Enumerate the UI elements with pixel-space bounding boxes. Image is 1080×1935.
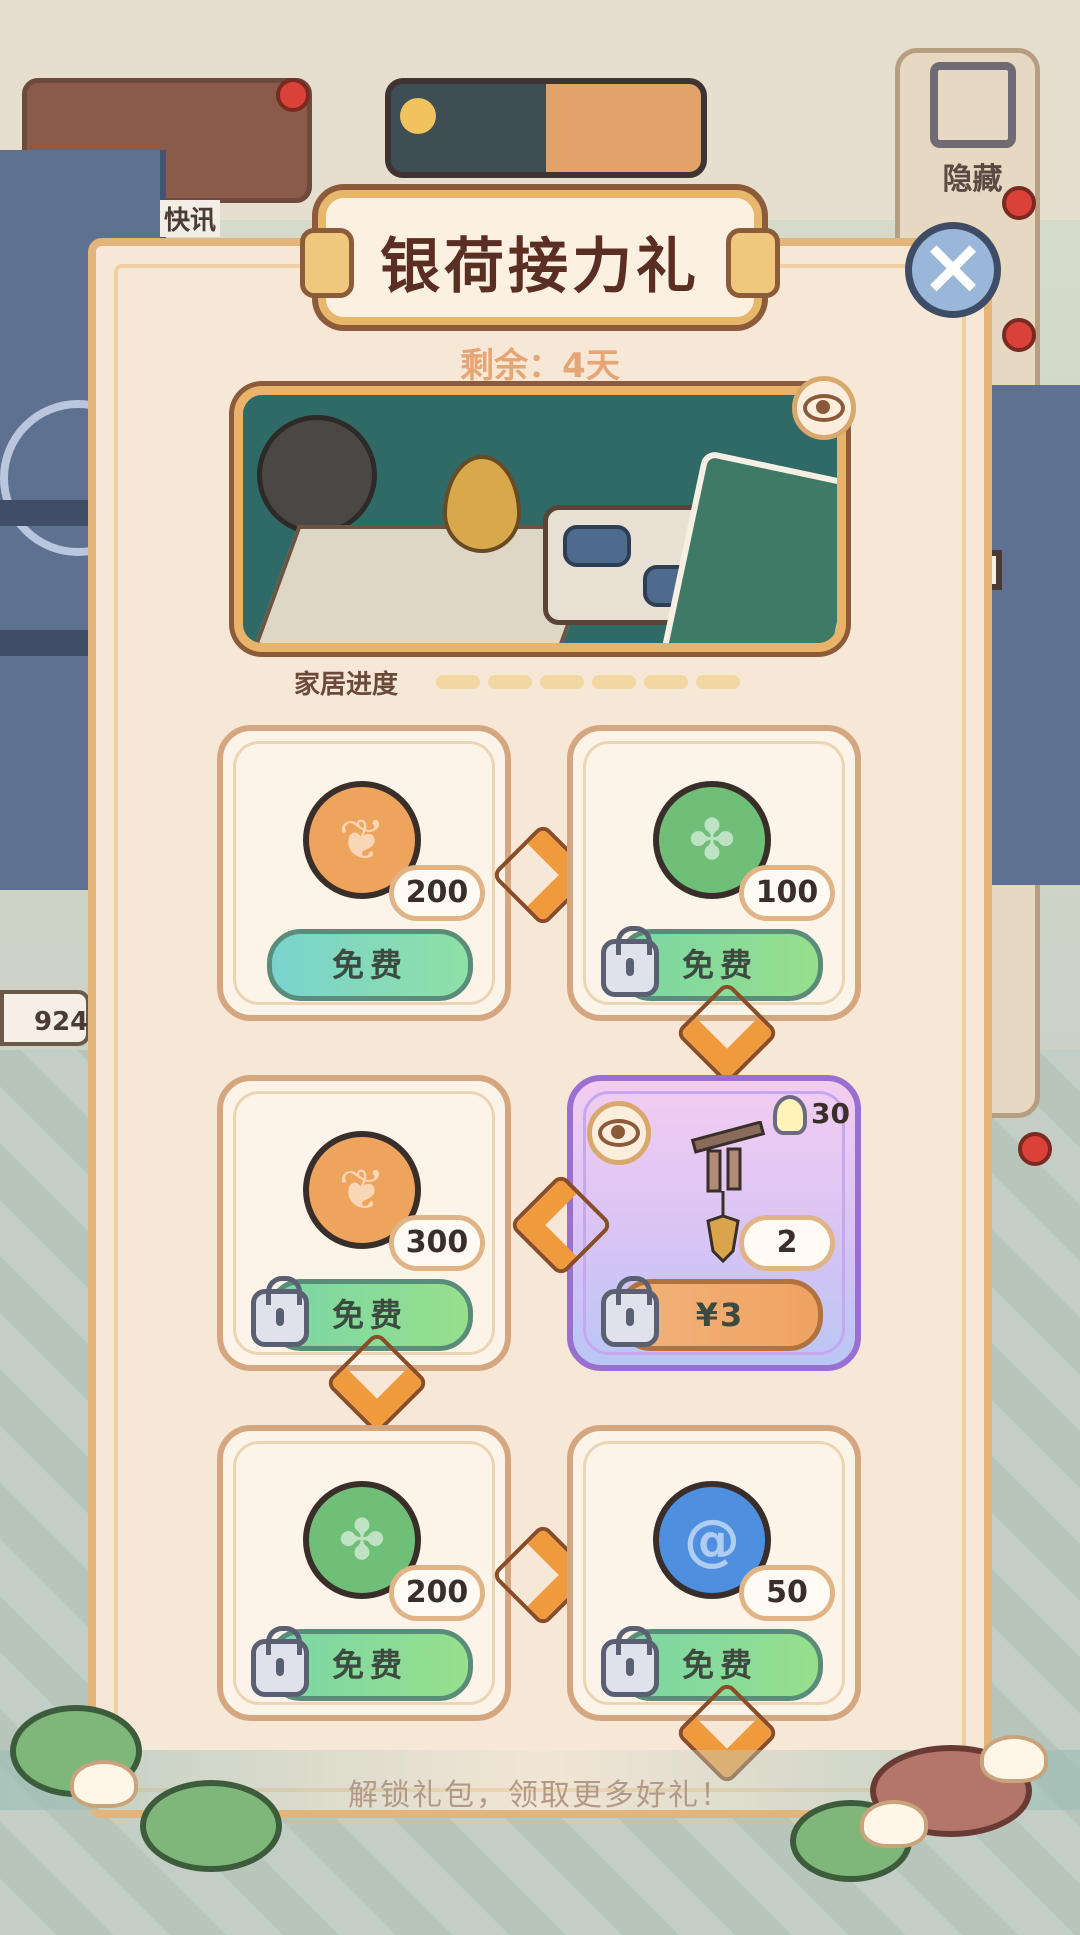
progress-segment xyxy=(696,675,740,689)
progress-label: 家居进度 xyxy=(294,670,399,700)
reward-card-2: ✤ 100 免费 xyxy=(567,725,861,1021)
ginkgo-hanging-decoration xyxy=(443,455,521,553)
lock-icon xyxy=(601,926,659,997)
bulb-icon xyxy=(773,1095,807,1135)
reward-quantity: 200 xyxy=(389,1565,485,1621)
bulb-points-value: 30 xyxy=(811,1097,850,1130)
pond-rug-decoration xyxy=(657,449,837,643)
coin-counter: 924 xyxy=(0,990,90,1046)
claim-free-button[interactable]: 免费 xyxy=(267,929,473,1001)
menu-notification-dot xyxy=(1002,186,1036,220)
lily-pad-decoration xyxy=(140,1780,282,1872)
furniture-preview xyxy=(234,386,846,652)
reward-quantity: 2 xyxy=(739,1215,835,1271)
reward-quantity: 300 xyxy=(389,1215,485,1271)
news-label[interactable]: 快讯 xyxy=(160,200,221,237)
eye-icon xyxy=(803,394,845,422)
item-eye-button[interactable] xyxy=(587,1101,651,1165)
remaining-time: 剩余：4天 xyxy=(460,346,620,386)
reward-card-5: ✤ 200 免费 xyxy=(217,1425,511,1721)
lotus-flower-decoration xyxy=(980,1735,1048,1783)
progress-segment xyxy=(488,675,532,689)
progress-segment xyxy=(592,675,636,689)
dialog-title: 银荷接力礼 xyxy=(380,232,700,302)
menu-notification-dot-3 xyxy=(1018,1132,1052,1166)
reward-card-4: ❦ 300 免费 xyxy=(217,1075,511,1371)
reward-card-1: ❦ 200 免费 xyxy=(217,725,511,1021)
hide-button[interactable]: 隐藏 xyxy=(920,62,1025,197)
close-icon: × xyxy=(920,222,986,312)
title-plate: 银荷接力礼 xyxy=(300,190,780,325)
reward-card-3-special: 30 2 ¥3 xyxy=(567,1075,861,1371)
lock-icon xyxy=(601,1626,659,1697)
bulb-points: 30 xyxy=(773,1095,853,1139)
eye-icon xyxy=(598,1119,640,1147)
cushion-decoration xyxy=(563,525,631,567)
progress-segment xyxy=(644,675,688,689)
fullscreen-icon xyxy=(929,62,1016,148)
reward-quantity: 50 xyxy=(739,1565,835,1621)
progress-segment xyxy=(540,675,584,689)
reward-card-6: @ 50 免费 xyxy=(567,1425,861,1721)
gong-decoration xyxy=(257,415,377,535)
lock-icon xyxy=(251,1626,309,1697)
lotus-flower-decoration xyxy=(70,1760,138,1808)
progress-segment xyxy=(436,675,480,689)
moon-icon xyxy=(400,98,436,134)
lotus-flower-decoration xyxy=(860,1800,928,1848)
close-button[interactable]: × xyxy=(905,222,1001,318)
day-night-toggle[interactable] xyxy=(385,78,707,178)
lock-icon xyxy=(601,1276,659,1347)
reward-quantity: 100 xyxy=(739,865,835,921)
lock-icon xyxy=(251,1276,309,1347)
reward-quantity: 200 xyxy=(389,865,485,921)
preview-eye-button[interactable] xyxy=(792,376,856,440)
news-notification-dot xyxy=(276,78,310,112)
hanging-banner-right xyxy=(979,385,1080,885)
